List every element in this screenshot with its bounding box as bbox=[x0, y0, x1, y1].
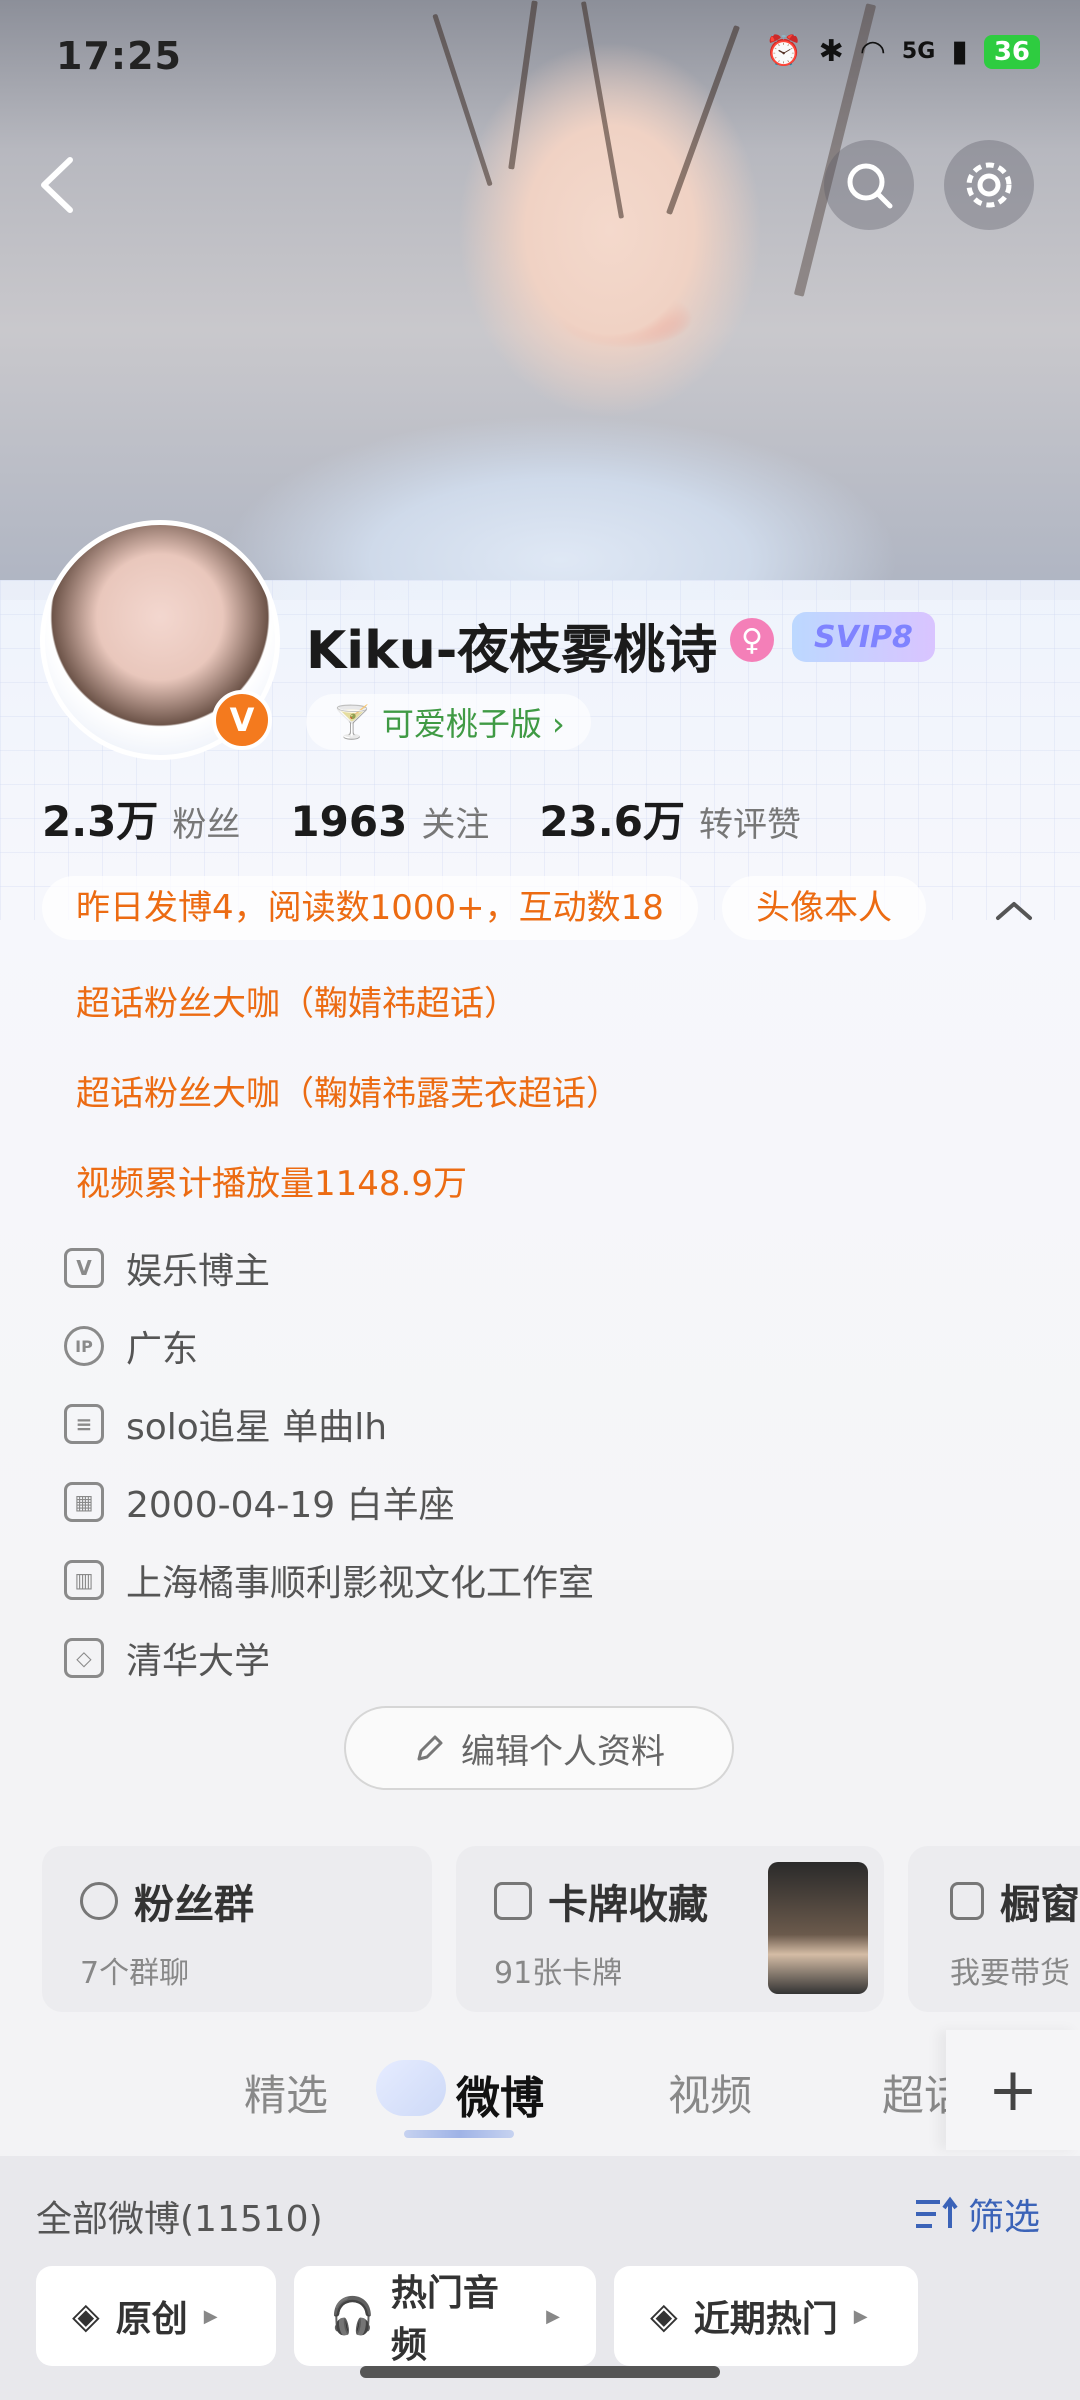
calendar-icon: ▦ bbox=[64, 1482, 104, 1522]
info-text: solo追星 单曲lh bbox=[126, 1407, 388, 1448]
alarm-icon: ⏰ bbox=[765, 34, 803, 69]
edit-profile-button[interactable]: 编辑个人资料 bbox=[344, 1706, 734, 1790]
content-tabs: 精选 微博 视频 超话 bbox=[0, 2038, 1080, 2158]
info-row-company: ▥ 上海橘事顺利影视文化工作室 bbox=[64, 1554, 594, 1606]
card-title: 橱窗 bbox=[1000, 1882, 1080, 1928]
search-icon bbox=[847, 163, 893, 209]
followers-count: 2.3万 bbox=[42, 797, 159, 846]
info-text: 娱乐博主 bbox=[126, 1251, 271, 1292]
stats-row: 2.3万 粉丝 1963 关注 23.6万 转评赞 bbox=[42, 788, 801, 849]
pencil-icon bbox=[417, 1735, 443, 1761]
graduation-cap-icon: ◇ bbox=[64, 1638, 104, 1678]
verified-badge: V bbox=[212, 690, 272, 750]
card-title-row: 橱窗 bbox=[950, 1872, 1080, 1930]
chip-original[interactable]: ◈ 原创 ▶ bbox=[36, 2266, 276, 2366]
likes-stat[interactable]: 23.6万 转评赞 bbox=[539, 788, 801, 849]
document-icon: ≡ bbox=[64, 1404, 104, 1444]
active-tab-indicator bbox=[404, 2130, 514, 2138]
wifi-icon: ◠ bbox=[859, 34, 886, 69]
chevron-up-icon bbox=[996, 902, 1032, 920]
all-posts-count: 全部微博(11510) bbox=[36, 2199, 323, 2240]
username: Kiku-夜枝雾桃诗 bbox=[306, 621, 718, 681]
status-icons: ⏰ ✱ ◠ 5G ▮ 36 bbox=[765, 34, 1040, 69]
cover-photo[interactable] bbox=[0, 0, 1080, 600]
following-label: 关注 bbox=[421, 805, 490, 845]
triangle-right-icon: ▶ bbox=[546, 2305, 560, 2327]
fan-version-link[interactable]: 🍸 可爱桃子版 › bbox=[306, 694, 591, 750]
info-text: 2000-04-19 白羊座 bbox=[126, 1485, 455, 1526]
info-text: 上海橘事顺利影视文化工作室 bbox=[126, 1563, 595, 1604]
gear-icon bbox=[966, 162, 1012, 208]
collapse-button[interactable] bbox=[990, 890, 1038, 930]
followers-label: 粉丝 bbox=[172, 805, 241, 845]
battery-level: 36 bbox=[983, 34, 1040, 69]
tab-video[interactable]: 视频 bbox=[668, 2062, 752, 2123]
chip-recent-hot[interactable]: ◈ 近期热门 ▶ bbox=[614, 2266, 918, 2366]
bag-icon bbox=[950, 1882, 984, 1920]
chevron-left-icon bbox=[41, 157, 73, 213]
ip-icon: IP bbox=[64, 1326, 104, 1366]
triangle-right-icon: ▶ bbox=[203, 2305, 218, 2327]
back-button[interactable] bbox=[30, 150, 90, 220]
card-thumbnail[interactable] bbox=[768, 1862, 868, 1994]
network-label: 5G bbox=[901, 39, 936, 64]
search-button[interactable] bbox=[824, 140, 914, 230]
activity-pill[interactable]: 昨日发博4，阅读数1000+，互动数18 bbox=[42, 876, 698, 940]
tab-weibo[interactable]: 微博 bbox=[456, 2062, 544, 2126]
likes-count: 23.6万 bbox=[539, 797, 685, 846]
vip-badge[interactable]: SVIP8 bbox=[792, 612, 935, 662]
info-text: 清华大学 bbox=[126, 1641, 271, 1682]
tab-featured[interactable]: 精选 bbox=[244, 2062, 328, 2123]
info-text: 广东 bbox=[126, 1329, 199, 1370]
triangle-right-icon: ▶ bbox=[853, 2305, 868, 2327]
info-row-category: V 娱乐博主 bbox=[64, 1242, 270, 1294]
bluetooth-icon: ✱ bbox=[818, 34, 844, 69]
home-indicator[interactable] bbox=[360, 2366, 720, 2378]
filter-button[interactable]: 筛选 bbox=[914, 2188, 1040, 2240]
showcase-card[interactable]: 橱窗 我要带货 bbox=[908, 1846, 1080, 2012]
info-row-ip: IP 广东 bbox=[64, 1320, 198, 1372]
fan-version-label: 可爱桃子版 › bbox=[381, 705, 565, 743]
following-stat[interactable]: 1963 关注 bbox=[290, 797, 489, 846]
info-row-birthday: ▦ 2000-04-19 白羊座 bbox=[64, 1476, 455, 1528]
following-count: 1963 bbox=[290, 797, 408, 846]
avatar-self-pill[interactable]: 头像本人 bbox=[722, 876, 926, 940]
shield-v-icon: V bbox=[64, 1248, 104, 1288]
card-title: 卡牌收藏 bbox=[548, 1882, 708, 1928]
chip-hot-audio[interactable]: 🎧 热门音频 ▶ bbox=[294, 2266, 596, 2366]
plus-icon: + bbox=[987, 2055, 1039, 2125]
chip-label: 近期热门 bbox=[693, 2299, 838, 2340]
chip-label: 原创 bbox=[115, 2299, 188, 2340]
video-plays-line: 视频累计播放量1148.9万 bbox=[76, 1164, 467, 1204]
info-row-school: ◇ 清华大学 bbox=[64, 1632, 270, 1684]
filter-label: 筛选 bbox=[967, 2197, 1040, 2238]
info-row-bio: ≡ solo追星 单曲lh bbox=[64, 1398, 387, 1450]
settings-button[interactable] bbox=[944, 140, 1034, 230]
followers-stat[interactable]: 2.3万 粉丝 bbox=[42, 788, 240, 849]
card-subtitle: 7个群聊 bbox=[80, 1956, 190, 1991]
layers-icon: ◈ bbox=[650, 2295, 678, 2337]
headphones-icon: 🎧 bbox=[330, 2296, 375, 2337]
likes-label: 转评赞 bbox=[698, 805, 801, 845]
fan-group-card[interactable]: 粉丝群 7个群聊 bbox=[42, 1846, 432, 2012]
super-topic-line-1[interactable]: 超话粉丝大咖（鞠婧祎超话） bbox=[76, 976, 518, 1025]
chip-label: 热门音频 bbox=[390, 2273, 499, 2366]
card-subtitle: 我要带货 bbox=[950, 1956, 1070, 1991]
sprout-icon: 🍸 bbox=[332, 703, 372, 741]
building-icon: ▥ bbox=[64, 1560, 104, 1600]
status-time: 17:25 bbox=[56, 34, 182, 78]
add-tab-button[interactable]: + bbox=[946, 2030, 1080, 2150]
super-topic-line-2[interactable]: 超话粉丝大咖（鞠婧祎露芜衣超话） bbox=[76, 1066, 620, 1115]
unicorn-icon bbox=[376, 2060, 446, 2116]
edit-profile-label: 编辑个人资料 bbox=[461, 1731, 665, 1772]
card-title: 粉丝群 bbox=[134, 1882, 254, 1928]
female-icon: ♀ bbox=[730, 618, 774, 662]
filter-icon bbox=[915, 2196, 958, 2228]
people-icon bbox=[80, 1882, 118, 1920]
layers-icon: ◈ bbox=[72, 2295, 100, 2337]
card-title-row: 粉丝群 bbox=[80, 1872, 394, 1930]
card-star-icon bbox=[494, 1882, 532, 1920]
signal-icon: ▮ bbox=[951, 34, 968, 69]
